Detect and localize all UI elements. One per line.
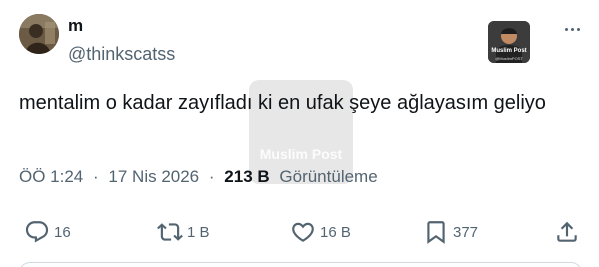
user-handle[interactable]: @thinkscatss: [68, 43, 175, 65]
bookmark-button[interactable]: 377: [423, 217, 478, 247]
reply-button[interactable]: 16: [24, 217, 71, 247]
display-name[interactable]: m: [68, 16, 83, 36]
more-dot: [576, 27, 580, 31]
tweet: m @thinkscatss Muslim Post @MuslimPOST M…: [0, 0, 599, 267]
reply-composer-edge: [19, 262, 582, 267]
action-bar: 16 1 B 16 B 377: [0, 217, 599, 247]
like-button[interactable]: 16 B: [290, 217, 351, 247]
source-badge-image: Muslim Post @MuslimPOST: [488, 21, 530, 63]
avatar[interactable]: [19, 14, 59, 54]
repost-button[interactable]: 1 B: [157, 217, 210, 247]
more-icon[interactable]: [560, 20, 584, 38]
repost-icon: [157, 223, 183, 241]
views-count: 213 B: [224, 167, 270, 186]
badge-title: Muslim Post: [491, 48, 527, 54]
heart-icon: [292, 222, 314, 242]
more-dot: [570, 27, 574, 31]
share-icon: [557, 221, 577, 242]
reply-count: 16: [54, 223, 71, 241]
views-label: Görüntüleme: [279, 167, 378, 186]
tweet-text: mentalim o kadar zayıfladı ki en ufak şe…: [19, 92, 546, 114]
tweet-time[interactable]: ÖÖ 1:24: [19, 167, 83, 186]
reply-icon: [25, 221, 49, 243]
meta-separator: ·: [208, 167, 215, 186]
watermark-text: Muslim Post: [259, 146, 343, 162]
meta-separator: ·: [93, 167, 99, 186]
badge-subtitle: @MuslimPOST: [495, 56, 523, 61]
like-count: 16 B: [320, 223, 351, 241]
avatar-image: [19, 14, 59, 54]
share-button[interactable]: [554, 217, 580, 247]
bookmark-icon: [427, 221, 445, 244]
tweet-meta: ÖÖ 1:24 · 17 Nis 2026 · 213 B Görüntülem…: [19, 166, 378, 188]
bookmark-count: 377: [453, 223, 479, 241]
more-dot: [564, 27, 568, 31]
repost-count: 1 B: [187, 223, 210, 241]
tweet-date[interactable]: 17 Nis 2026: [108, 167, 199, 186]
